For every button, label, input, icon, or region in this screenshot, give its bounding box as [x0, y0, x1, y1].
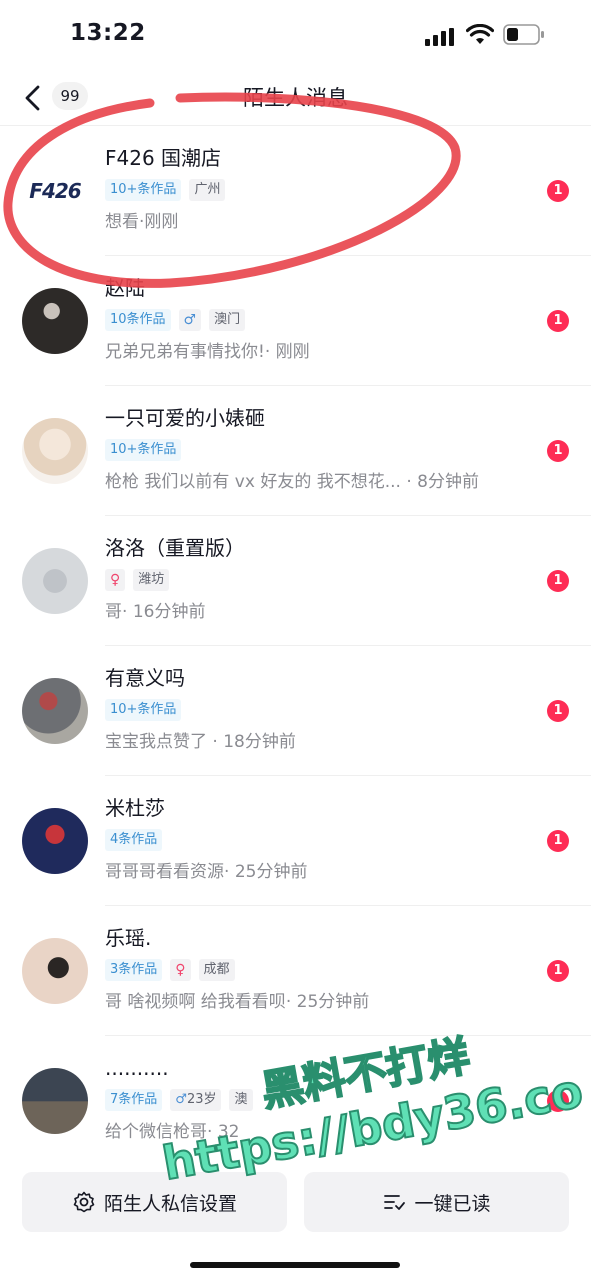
age-text: 23岁 [186, 1092, 217, 1107]
sender-name: 有意义吗 [105, 666, 185, 690]
gear-icon [73, 1191, 95, 1213]
settings-button-label: 陌生人私信设置 [103, 1192, 237, 1215]
female-icon: ♀ [105, 569, 126, 591]
preview-text: 哥 [105, 602, 122, 622]
unread-badge: 1 [547, 1090, 569, 1112]
status-bar: 13:22 [0, 0, 591, 70]
message-time: 25分钟前 [296, 992, 370, 1012]
preview-text: 哥 啥视频啊 给我看看呗 [105, 992, 286, 1012]
unread-badge: 1 [547, 700, 569, 722]
page-title: 陌生人消息 [243, 86, 348, 110]
message-preview: 给个微信枪哥· 32 [105, 1122, 240, 1142]
wifi-icon [466, 24, 494, 44]
avatar[interactable]: F426 [22, 158, 88, 224]
home-indicator[interactable] [190, 1262, 400, 1268]
avatar[interactable] [22, 678, 88, 744]
unread-badge: 1 [547, 440, 569, 462]
status-time: 13:22 [70, 20, 146, 46]
message-time: 刚刚 [144, 212, 179, 232]
preview-text: 想看 [105, 212, 139, 232]
mark-all-read-button[interactable]: 一键已读 [304, 1172, 569, 1232]
message-time: 32 [217, 1122, 240, 1142]
avatar[interactable] [22, 548, 88, 614]
battery-icon [503, 24, 544, 45]
preview-text: 兄弟兄弟有事情找你! [105, 342, 265, 362]
message-item-zhaolu[interactable]: 赵陆 10条作品 ♂ 澳门 兄弟兄弟有事情找你!· 刚刚 1 [0, 256, 591, 386]
message-preview: 哥 啥视频啊 给我看看呗· 25分钟前 [105, 992, 370, 1012]
location-tag: 澳门 [209, 309, 246, 331]
location-tag: 澳 [229, 1089, 253, 1111]
male-icon: ♂ [178, 309, 202, 331]
message-item-f426[interactable]: F426 F426 国潮店 10+条作品 广州 想看·刚刚 1 [0, 126, 591, 256]
message-preview: 哥哥哥看看资源· 25分钟前 [105, 862, 308, 882]
sender-name: 赵陆 [105, 276, 145, 300]
avatar[interactable] [22, 938, 88, 1004]
avatar[interactable] [22, 418, 88, 484]
preview-text: 给个微信枪哥 [105, 1122, 207, 1142]
sender-name: 一只可爱的小婊砸 [105, 406, 265, 430]
unread-badge: 1 [547, 570, 569, 592]
message-time: 8分钟前 [417, 472, 479, 492]
mark-read-icon [384, 1195, 406, 1210]
gender-age-tag: ♂23岁 [170, 1089, 222, 1111]
sender-name: F426 国潮店 [105, 146, 222, 170]
unread-badge: 1 [547, 310, 569, 332]
unread-badge: 1 [547, 960, 569, 982]
preview-text: 宝宝我点赞了 [105, 732, 207, 752]
works-count-tag: 10+条作品 [105, 699, 182, 721]
location-tag: 广州 [189, 179, 226, 201]
stranger-dm-settings-button[interactable]: 陌生人私信设置 [22, 1172, 287, 1232]
message-item-luoluo[interactable]: 洛洛（重置版） ♀ 潍坊 哥· 16分钟前 1 [0, 516, 591, 646]
message-item-xiaobiaoza[interactable]: 一只可爱的小婊砸 10+条作品 枪枪 我们以前有 vx 好友的 我不想花... … [0, 386, 591, 516]
message-time: 刚刚 [275, 342, 310, 362]
sender-name: 乐瑶. [105, 926, 152, 950]
works-count-tag: 7条作品 [105, 1089, 163, 1111]
works-count-tag: 10+条作品 [105, 439, 182, 461]
message-preview: 兄弟兄弟有事情找你!· 刚刚 [105, 342, 310, 362]
male-icon: ♂ [175, 1092, 187, 1107]
message-time: 16分钟前 [132, 602, 206, 622]
preview-text: 枪枪 我们以前有 vx 好友的 我不想花... [105, 472, 401, 492]
message-item-dots[interactable]: .......... 7条作品 ♂23岁 澳 给个微信枪哥· 32 1 [0, 1036, 591, 1166]
avatar-logo-text: F426 [29, 179, 81, 203]
message-preview: 宝宝我点赞了 · 18分钟前 [105, 732, 296, 752]
stranger-message-list: F426 F426 国潮店 10+条作品 广州 想看·刚刚 1 赵陆 10条作品… [0, 126, 591, 1166]
location-tag: 成都 [198, 959, 235, 981]
message-preview: 枪枪 我们以前有 vx 好友的 我不想花... · 8分钟前 [105, 472, 479, 492]
message-preview: 哥· 16分钟前 [105, 602, 206, 622]
message-preview: 想看·刚刚 [105, 212, 179, 232]
avatar[interactable] [22, 808, 88, 874]
nav-header: 99 陌生人消息 [0, 70, 591, 126]
bottom-action-bar: 陌生人私信设置 一键已读 [0, 1172, 591, 1234]
works-count-tag: 3条作品 [105, 959, 163, 981]
sender-name: .......... [105, 1056, 169, 1080]
message-item-youyiyima[interactable]: 有意义吗 10+条作品 宝宝我点赞了 · 18分钟前 1 [0, 646, 591, 776]
sender-name: 洛洛（重置版） [105, 536, 245, 560]
works-count-tag: 10条作品 [105, 309, 171, 331]
works-count-tag: 10+条作品 [105, 179, 182, 201]
avatar[interactable] [22, 288, 88, 354]
message-time: 18分钟前 [223, 732, 296, 752]
location-tag: 潍坊 [133, 569, 170, 591]
message-item-leyao[interactable]: 乐瑶. 3条作品 ♀ 成都 哥 啥视频啊 给我看看呗· 25分钟前 1 [0, 906, 591, 1036]
message-time: 25分钟前 [234, 862, 308, 882]
avatar[interactable] [22, 1068, 88, 1134]
cellular-signal-icon [425, 28, 455, 46]
sender-name: 米杜莎 [105, 796, 165, 820]
unread-badge: 1 [547, 180, 569, 202]
message-item-miduosha[interactable]: 米杜莎 4条作品 哥哥哥看看资源· 25分钟前 1 [0, 776, 591, 906]
female-icon: ♀ [170, 959, 191, 981]
unread-badge: 1 [547, 830, 569, 852]
works-count-tag: 4条作品 [105, 829, 163, 851]
preview-text: 哥哥哥看看资源 [105, 862, 224, 882]
mark-read-button-label: 一键已读 [414, 1192, 491, 1215]
